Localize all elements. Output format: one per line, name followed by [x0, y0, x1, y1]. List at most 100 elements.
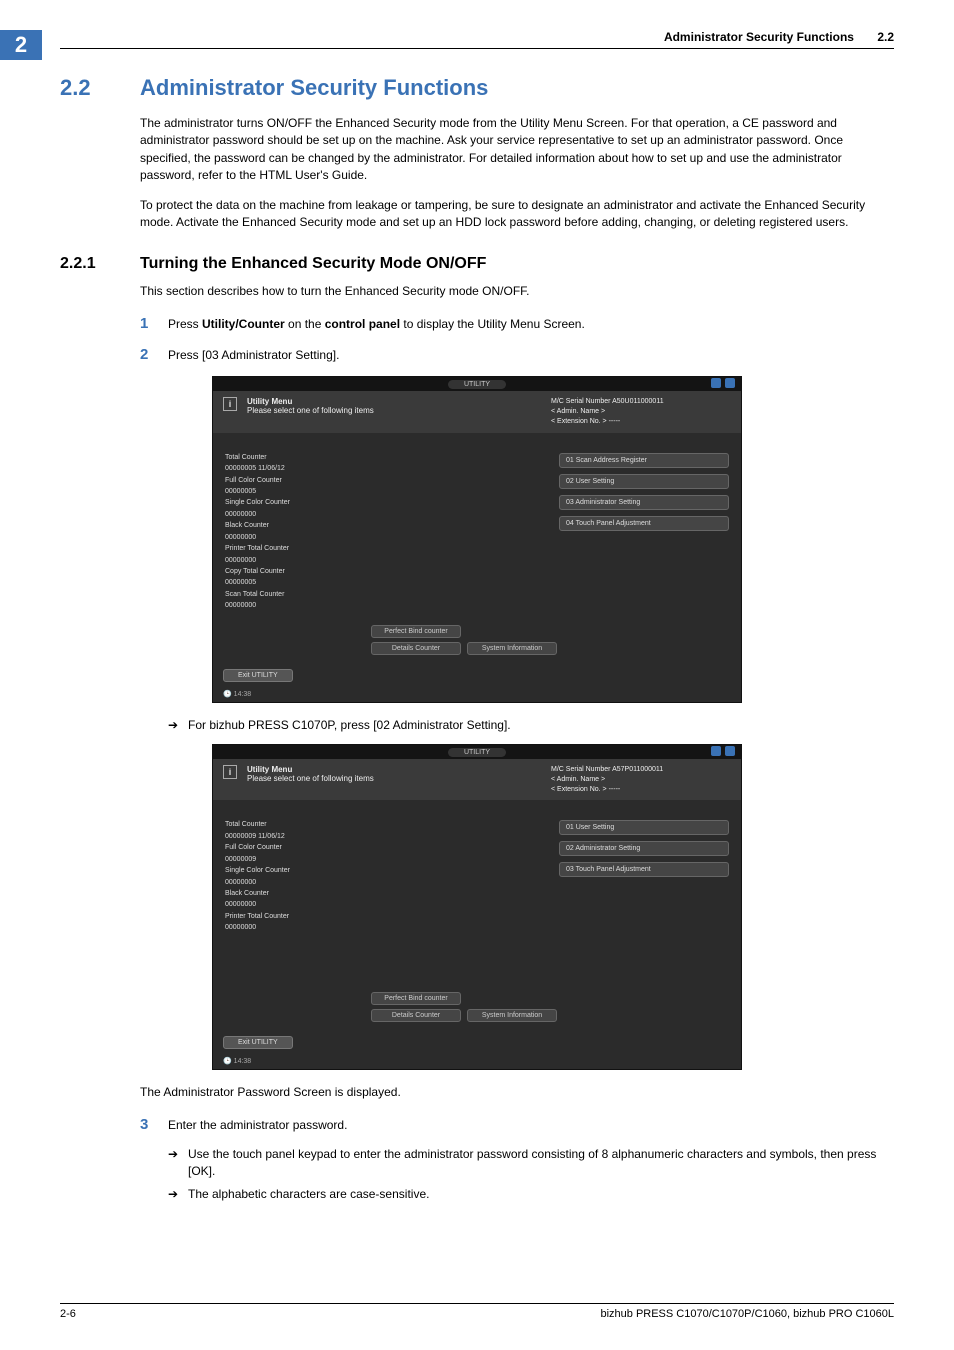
utility-screenshot-2: UTILITY i Utility Menu Please select one… [212, 744, 742, 1070]
ss-serial: M/C Serial Number A57P011000011 [551, 765, 731, 775]
step-number: 3 [140, 1114, 168, 1136]
counter-row: Black Counter [225, 889, 395, 898]
counter-row: 00000005 [225, 487, 395, 496]
counter-row: Scan Total Counter [225, 590, 395, 599]
running-header-title: Administrator Security Functions [664, 30, 854, 44]
counter-row: 00000000 [225, 510, 395, 519]
system-information-button[interactable]: System Information [467, 642, 557, 655]
counter-row: Black Counter [225, 521, 395, 530]
arrow-note: ➔ Use the touch panel keypad to enter th… [168, 1146, 894, 1181]
subsection-heading: 2.2.1 Turning the Enhanced Security Mode… [60, 255, 894, 273]
product-line: bizhub PRESS C1070/C1070P/C1060, bizhub … [600, 1308, 894, 1320]
ss-counters: Total Counter 00000009 11/06/12 Full Col… [225, 820, 395, 1022]
system-information-button[interactable]: System Information [467, 1009, 557, 1022]
step-text: Enter the administrator password. [168, 1117, 347, 1134]
ss-serial: M/C Serial Number A50U011000011 [551, 397, 731, 407]
chapter-tab: 2 [0, 30, 42, 60]
ss-util-title: Utility Menu [247, 397, 541, 406]
body-paragraph: The Administrator Password Screen is dis… [140, 1084, 894, 1101]
running-header: Administrator Security Functions 2.2 [60, 30, 894, 44]
step-item: 1 Press Utility/Counter on the control p… [140, 313, 894, 335]
arrow-icon: ➔ [168, 717, 188, 734]
counter-row: Total Counter [225, 820, 395, 829]
ss-time: 🕒 14:38 [213, 1055, 741, 1069]
counter-row: 00000000 [225, 923, 395, 932]
ss-ext-no: < Extension No. > ----- [551, 417, 731, 427]
utility-screenshot-1: UTILITY i Utility Menu Please select one… [212, 376, 742, 702]
ss-header-right: M/C Serial Number A57P011000011 < Admin.… [551, 765, 731, 794]
ss-admin-name: < Admin. Name > [551, 775, 731, 785]
counter-row: 00000000 [225, 878, 395, 887]
user-setting-button[interactable]: 01 User Setting [559, 820, 729, 835]
page-footer: 2-6 bizhub PRESS C1070/C1070P/C1060, biz… [60, 1303, 894, 1320]
ss-topbar-icons [711, 746, 735, 756]
touch-panel-adjustment-button[interactable]: 04 Touch Panel Adjustment [559, 516, 729, 531]
ss-footer: Exit UTILITY [213, 663, 741, 688]
clock-icon: 🕒 [223, 691, 232, 698]
ss-util-sub: Please select one of following items [247, 406, 541, 415]
section-number: 2.2 [60, 75, 140, 101]
ss-header-left: Utility Menu Please select one of follow… [247, 397, 541, 415]
arrow-text: The alphabetic characters are case-sensi… [188, 1186, 429, 1203]
exit-utility-button[interactable]: Exit UTILITY [223, 1036, 293, 1049]
user-setting-button[interactable]: 02 User Setting [559, 474, 729, 489]
counter-row: 00000000 [225, 533, 395, 542]
counter-row: Single Color Counter [225, 866, 395, 875]
running-header-secnum: 2.2 [877, 30, 894, 44]
ss-time: 🕒 14:38 [213, 688, 741, 702]
counter-row: Single Color Counter [225, 498, 395, 507]
ss-top-label: UTILITY [448, 380, 506, 389]
ss-menu: 01 User Setting 02 Administrator Setting… [559, 820, 729, 1022]
counter-row: Printer Total Counter [225, 912, 395, 921]
ss-util-sub: Please select one of following items [247, 774, 541, 783]
counter-row: 00000000 [225, 601, 395, 610]
counter-row: 00000009 11/06/12 [225, 832, 395, 841]
help-icon[interactable] [711, 746, 721, 756]
ss-header-left: Utility Menu Please select one of follow… [247, 765, 541, 783]
scan-address-register-button[interactable]: 01 Scan Address Register [559, 453, 729, 468]
counter-row: 00000000 [225, 556, 395, 565]
counter-row: Full Color Counter [225, 843, 395, 852]
ss-topbar-icons [711, 378, 735, 388]
info-icon: i [223, 765, 237, 779]
counter-row: Full Color Counter [225, 476, 395, 485]
administrator-setting-button[interactable]: 03 Administrator Setting [559, 495, 729, 510]
subsection-title: Turning the Enhanced Security Mode ON/OF… [140, 255, 486, 273]
counter-row: Total Counter [225, 453, 395, 462]
counter-row: 00000000 [225, 900, 395, 909]
ss-counters: Total Counter 00000005 11/06/12 Full Col… [225, 453, 395, 655]
step-item: 2 Press [03 Administrator Setting]. [140, 344, 894, 366]
ss-ext-no: < Extension No. > ----- [551, 785, 731, 795]
counter-row: 00000005 11/06/12 [225, 464, 395, 473]
footer-rule [60, 1303, 894, 1304]
perfect-bind-counter-button[interactable]: Perfect Bind counter [371, 992, 461, 1005]
step-text: Press [03 Administrator Setting]. [168, 347, 339, 364]
ss-topbar: UTILITY [213, 377, 741, 391]
ss-center: Perfect Bind counter Details Counter Sys… [411, 820, 543, 1022]
misc-icon[interactable] [725, 378, 735, 388]
body-paragraph: The administrator turns ON/OFF the Enhan… [140, 115, 894, 185]
ss-body: Total Counter 00000009 11/06/12 Full Col… [213, 800, 741, 1030]
exit-utility-button[interactable]: Exit UTILITY [223, 669, 293, 682]
ss-admin-name: < Admin. Name > [551, 407, 731, 417]
details-counter-button[interactable]: Details Counter [371, 642, 461, 655]
clock-icon: 🕒 [223, 1058, 232, 1065]
arrow-icon: ➔ [168, 1146, 188, 1181]
touch-panel-adjustment-button[interactable]: 03 Touch Panel Adjustment [559, 862, 729, 877]
arrow-text: Use the touch panel keypad to enter the … [188, 1146, 894, 1181]
ss-topbar: UTILITY [213, 745, 741, 759]
details-counter-button[interactable]: Details Counter [371, 1009, 461, 1022]
section-title: Administrator Security Functions [140, 75, 488, 101]
administrator-setting-button[interactable]: 02 Administrator Setting [559, 841, 729, 856]
body-paragraph: This section describes how to turn the E… [140, 283, 894, 300]
ss-center: Perfect Bind counter Details Counter Sys… [411, 453, 543, 655]
subsection-number: 2.2.1 [60, 255, 140, 273]
help-icon[interactable] [711, 378, 721, 388]
counter-row: Printer Total Counter [225, 544, 395, 553]
step-text: Press Utility/Counter on the control pan… [168, 316, 585, 333]
misc-icon[interactable] [725, 746, 735, 756]
ss-footer: Exit UTILITY [213, 1030, 741, 1055]
perfect-bind-counter-button[interactable]: Perfect Bind counter [371, 625, 461, 638]
info-icon: i [223, 397, 237, 411]
ss-util-title: Utility Menu [247, 765, 541, 774]
